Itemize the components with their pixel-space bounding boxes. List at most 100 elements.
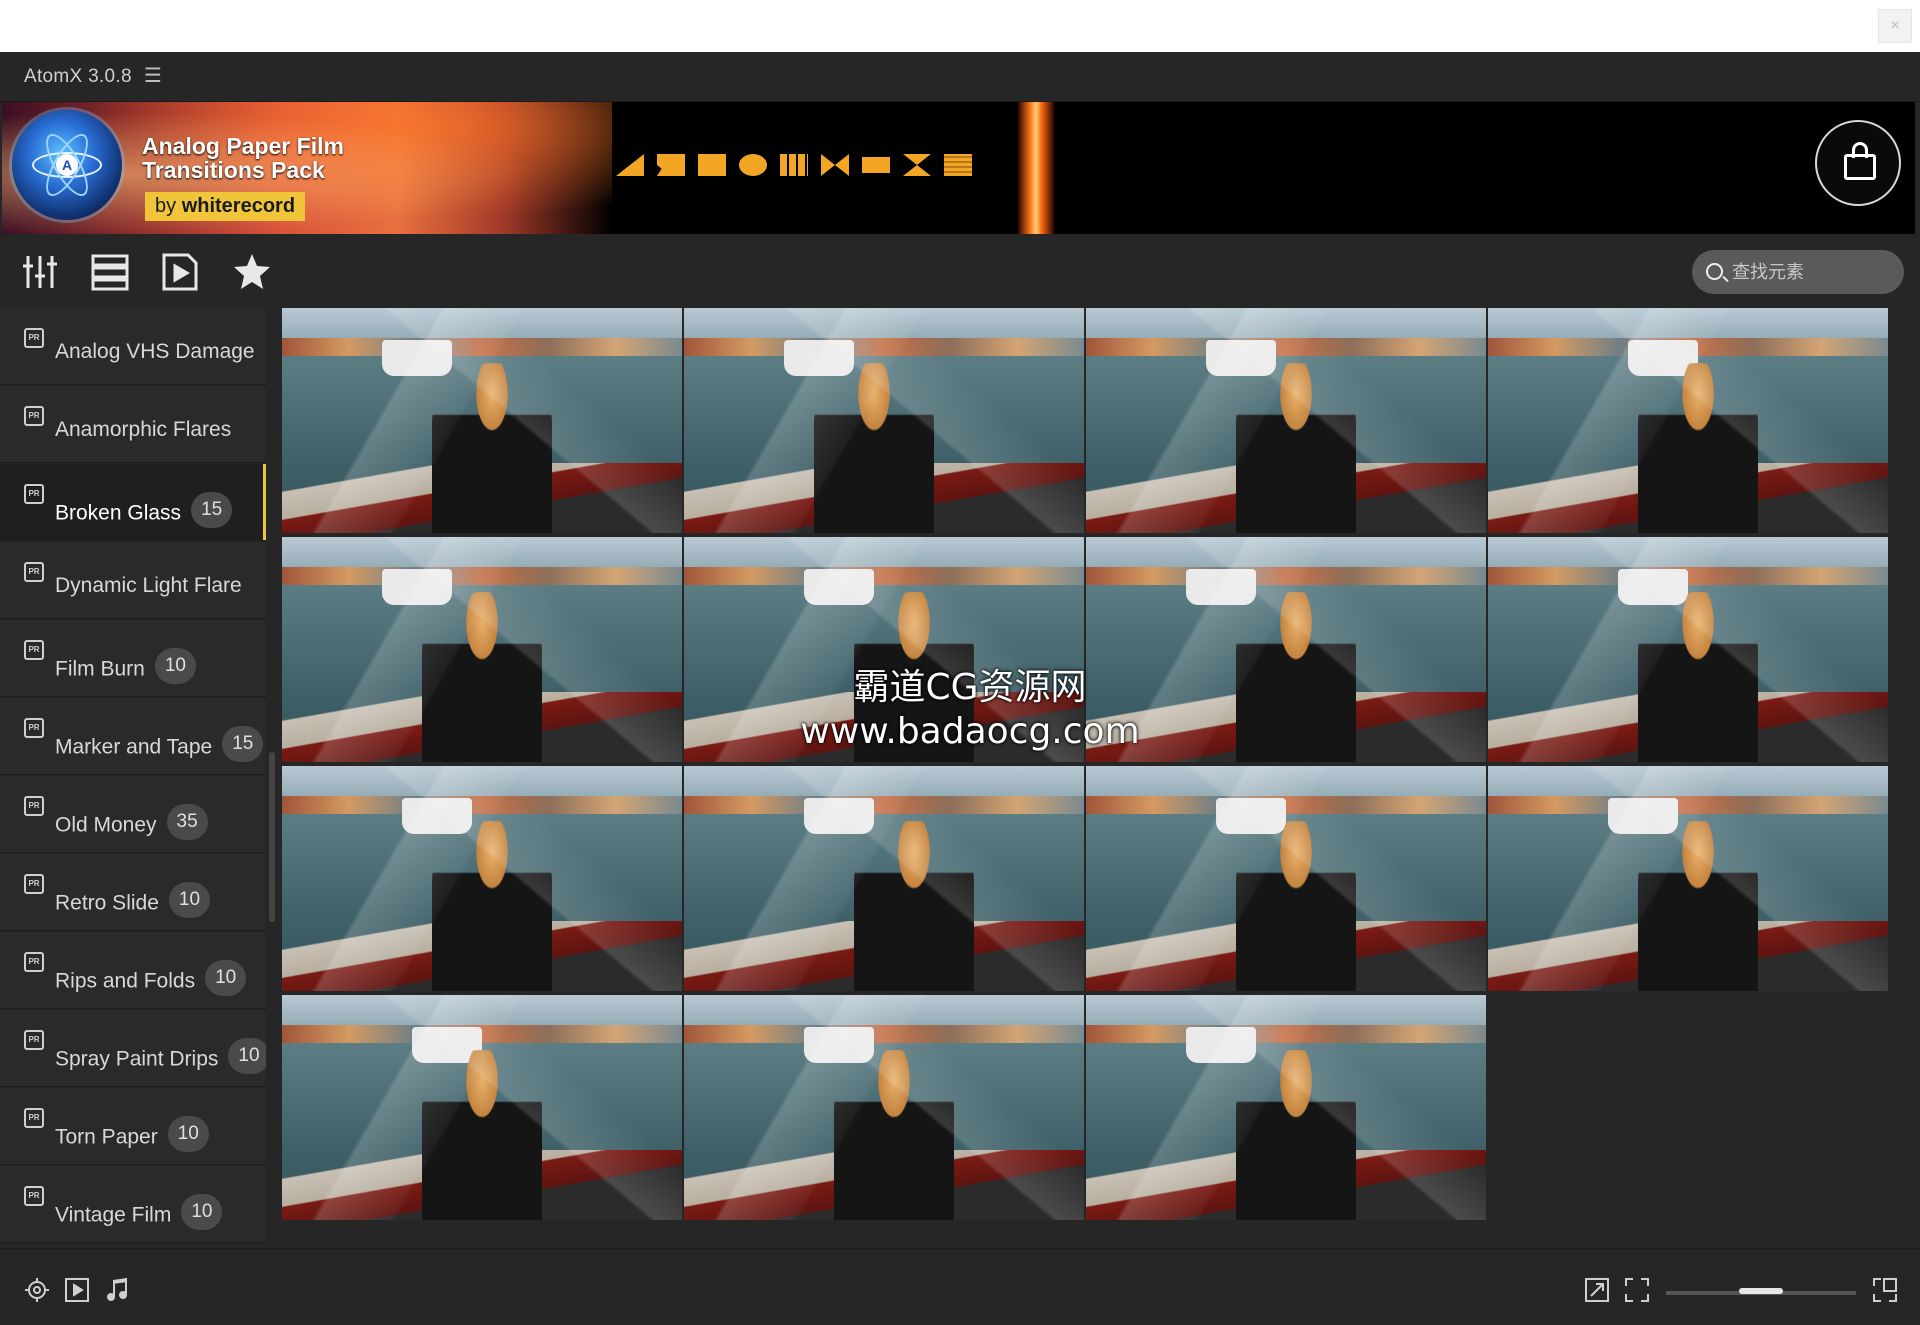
- count-badge: 35: [166, 804, 208, 840]
- sidebar-item-anamorphic-flares[interactable]: PR Anamorphic Flares: [0, 386, 266, 463]
- promo-banner[interactable]: A Analog Paper Film Transitions Pack by …: [2, 102, 1915, 234]
- preview-thumbnail[interactable]: [282, 766, 682, 991]
- premiere-pro-icon: PR: [24, 1030, 44, 1050]
- sidebar-item-label: Broken Glass 15: [55, 492, 233, 532]
- count-badge: 10: [181, 1194, 223, 1230]
- sidebar-item-rips-and-folds[interactable]: PR Rips and Folds 10: [0, 932, 266, 1009]
- sidebar-scrollbar[interactable]: [269, 752, 275, 922]
- count-badge: 10: [205, 960, 247, 996]
- shape-icon: [657, 154, 685, 176]
- sidebar-item-label: Marker and Tape 15: [55, 726, 264, 766]
- count-badge: 10: [228, 1038, 266, 1074]
- count-badge: 15: [191, 492, 233, 528]
- hamburger-icon[interactable]: ☰: [144, 66, 162, 86]
- play-file-icon[interactable]: [160, 252, 200, 292]
- fullscreen-icon[interactable]: [1624, 1277, 1650, 1302]
- shape-icon: [616, 154, 644, 176]
- sidebar-item-label: Torn Paper 10: [55, 1116, 209, 1156]
- sidebar-item-spray-paint-drips[interactable]: PR Spray Paint Drips 10: [0, 1010, 266, 1087]
- premiere-pro-icon: PR: [24, 562, 44, 582]
- preview-thumbnail[interactable]: [1086, 308, 1486, 533]
- sidebar-item-label: Vintage Film 10: [55, 1194, 223, 1234]
- preview-thumbnail[interactable]: [282, 995, 682, 1220]
- sidebar-item-vintage-film[interactable]: PR Vintage Film 10: [0, 1166, 266, 1243]
- preview-thumbnail[interactable]: [684, 766, 1084, 991]
- premiere-pro-icon: PR: [24, 1186, 44, 1206]
- star-icon[interactable]: [232, 252, 272, 292]
- preview-thumbnail[interactable]: [1488, 766, 1888, 991]
- status-bar: [0, 1248, 1920, 1325]
- preview-thumbnail[interactable]: [684, 995, 1084, 1220]
- title-bar: AtomX 3.0.8 ☰: [0, 52, 1920, 102]
- atomx-logo: A: [12, 110, 122, 220]
- sidebar-item-analog-vhs-damage[interactable]: PR Analog VHS Damage: [0, 308, 266, 385]
- os-top-strip: ×: [0, 0, 1920, 52]
- shape-icon: [821, 154, 849, 176]
- premiere-pro-icon: PR: [24, 796, 44, 816]
- sliders-icon[interactable]: [20, 252, 60, 292]
- premiere-pro-icon: PR: [24, 484, 44, 504]
- search-box[interactable]: [1692, 250, 1904, 294]
- premiere-pro-icon: PR: [24, 1108, 44, 1128]
- sidebar-item-torn-paper[interactable]: PR Torn Paper 10: [0, 1088, 266, 1165]
- sidebar-item-marker-and-tape[interactable]: PR Marker and Tape 15: [0, 698, 266, 775]
- preview-thumbnail[interactable]: [1086, 995, 1486, 1220]
- app-window: AtomX 3.0.8 ☰ A Analog Paper Film Transi…: [0, 52, 1920, 1325]
- music-note-icon[interactable]: [104, 1277, 130, 1301]
- premiere-pro-icon: PR: [24, 874, 44, 894]
- close-icon[interactable]: ×: [1878, 9, 1912, 43]
- zoom-slider-thumb[interactable]: [1739, 1288, 1783, 1294]
- banner-author-badge: by whiterecord: [145, 192, 306, 221]
- list-icon[interactable]: [90, 252, 130, 292]
- banner-transition-shapes: [616, 154, 972, 178]
- preview-thumbnail[interactable]: [684, 308, 1084, 533]
- search-input[interactable]: [1732, 250, 1892, 294]
- premiere-pro-icon: PR: [24, 328, 44, 348]
- play-box-icon[interactable]: [64, 1277, 90, 1302]
- banner-title: Analog Paper Film Transitions Pack: [142, 133, 344, 183]
- premiere-pro-icon: PR: [24, 640, 44, 660]
- category-sidebar: PR Analog VHS Damage PR Anamorphic Flare…: [0, 308, 266, 1248]
- app-title: AtomX 3.0.8: [24, 66, 132, 87]
- sidebar-item-film-burn[interactable]: PR Film Burn 10: [0, 620, 266, 697]
- preview-thumbnail[interactable]: [282, 537, 682, 762]
- toolbar: [0, 234, 1920, 308]
- shape-icon: [903, 154, 931, 176]
- sidebar-item-label: Anamorphic Flares: [55, 418, 232, 441]
- sidebar-item-label: Retro Slide 10: [55, 882, 211, 922]
- preview-thumbnail[interactable]: [1086, 766, 1486, 991]
- count-badge: 10: [167, 1116, 209, 1152]
- shape-icon: [862, 157, 890, 173]
- preview-grid: [282, 308, 1892, 1248]
- sidebar-item-label: Spray Paint Drips 10: [55, 1038, 266, 1078]
- shopping-bag-icon[interactable]: [1815, 120, 1901, 206]
- sidebar-item-retro-slide[interactable]: PR Retro Slide 10: [0, 854, 266, 931]
- target-icon[interactable]: [24, 1277, 50, 1302]
- preview-thumbnail[interactable]: [1488, 537, 1888, 762]
- count-badge: 10: [154, 648, 196, 684]
- zoom-slider[interactable]: [1666, 1288, 1856, 1295]
- search-icon: [1706, 263, 1723, 280]
- shape-icon: [780, 154, 808, 176]
- sidebar-item-dynamic-light-flare[interactable]: PR Dynamic Light Flare: [0, 542, 266, 619]
- sidebar-item-label: Rips and Folds 10: [55, 960, 247, 1000]
- sidebar-item-label: Old Money 35: [55, 804, 208, 844]
- sidebar-item-broken-glass[interactable]: PR Broken Glass 15: [0, 464, 266, 541]
- premiere-pro-icon: PR: [24, 406, 44, 426]
- watermark: 霸道CG资源网 www.badaocg.com: [800, 667, 1140, 752]
- shape-icon: [739, 154, 767, 176]
- sidebar-item-label: Film Burn 10: [55, 648, 196, 688]
- resize-icon[interactable]: [1584, 1277, 1610, 1302]
- premiere-pro-icon: PR: [24, 952, 44, 972]
- expand-window-icon[interactable]: [1872, 1277, 1898, 1302]
- preview-thumbnail[interactable]: [282, 308, 682, 533]
- film-burn-strip: [1018, 102, 1054, 234]
- preview-thumbnail[interactable]: [1488, 308, 1888, 533]
- sidebar-item-label: Analog VHS Damage: [55, 340, 255, 363]
- sidebar-item-old-money[interactable]: PR Old Money 35: [0, 776, 266, 853]
- shape-icon: [944, 154, 972, 176]
- shape-icon: [698, 154, 726, 176]
- count-badge: 15: [222, 726, 264, 762]
- premiere-pro-icon: PR: [24, 718, 44, 738]
- count-badge: 10: [168, 882, 211, 918]
